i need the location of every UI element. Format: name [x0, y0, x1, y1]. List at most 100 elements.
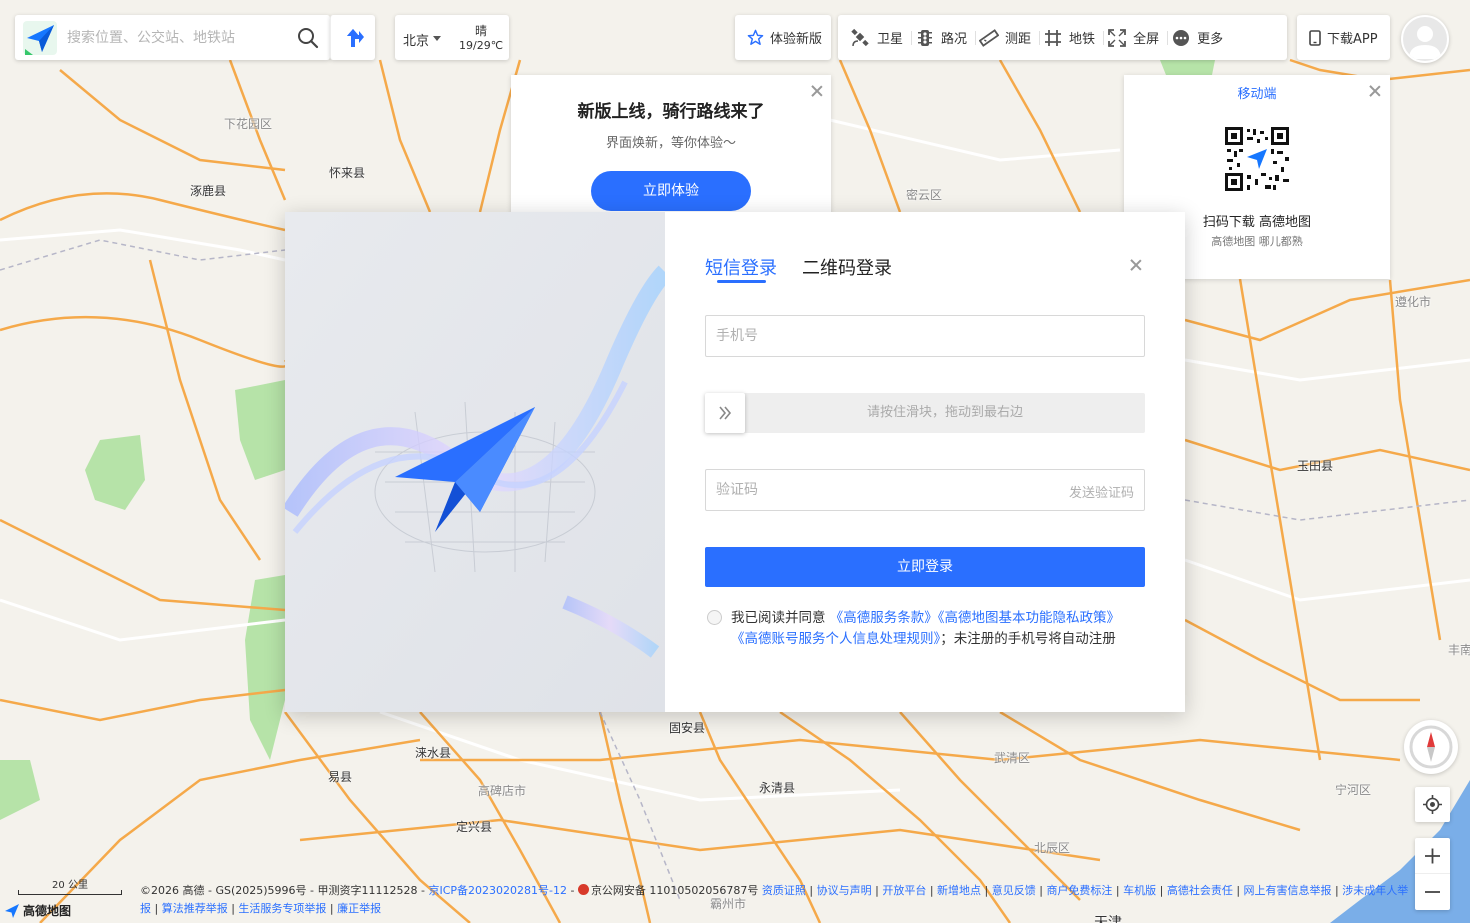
- weather-temperature: 19/29℃: [459, 39, 504, 52]
- captcha-slider: 请按住滑块，拖动到最右边: [705, 393, 1145, 433]
- zoom-in-button[interactable]: [1415, 838, 1450, 874]
- mobile-title: 移动端: [1237, 87, 1277, 102]
- login-modal: 短信登录 二维码登录 请按住滑块，拖动到最右边 发送验证码 立即登录 我已阅读并…: [285, 212, 1185, 712]
- compass-control[interactable]: [1404, 720, 1458, 774]
- phone-icon: [1309, 29, 1321, 46]
- zoom-control: [1415, 838, 1450, 910]
- promo-try-button[interactable]: 立即体验: [591, 171, 751, 211]
- map-label: 固安县: [669, 721, 706, 735]
- phone-field: [705, 315, 1145, 357]
- map-label: 遵化市: [1395, 295, 1432, 309]
- search-icon[interactable]: [296, 26, 320, 50]
- footer: ©2026 高德 - GS(2025)5996号 - 甲测资字11112528 …: [140, 884, 1409, 915]
- police-record[interactable]: 京公网安备 11010502056787号: [591, 884, 758, 897]
- slider-hint: 请按住滑块，拖动到最右边: [866, 405, 1023, 420]
- tab-sms-login[interactable]: 短信登录: [705, 254, 777, 280]
- map-label: 丰南: [1448, 643, 1470, 657]
- tab-qr-login[interactable]: 二维码登录: [802, 254, 892, 280]
- route-icon: [347, 29, 364, 47]
- footer-link[interactable]: 开放平台: [882, 884, 926, 897]
- agree-prefix: 我已阅读并同意: [731, 610, 826, 626]
- tool-subway[interactable]: 地铁: [1040, 15, 1105, 60]
- try-new-version-button[interactable]: 体验新版: [735, 15, 831, 60]
- locate-button[interactable]: [1415, 787, 1450, 822]
- login-illustration: [285, 212, 665, 712]
- tool-label: 全屏: [1133, 32, 1160, 47]
- brand-name: 高德地图: [23, 904, 72, 918]
- personal-info-link[interactable]: 《高德账号服务个人信息处理规则》: [731, 631, 940, 647]
- map-label: 下花园区: [224, 117, 273, 131]
- traffic-light-icon: [918, 29, 933, 46]
- footer-link[interactable]: 算法推荐举报: [162, 902, 228, 915]
- footer-sep: -: [566, 884, 578, 897]
- terms-link[interactable]: 《高德服务条款》: [830, 610, 938, 626]
- footer-copyright: ©2026 高德 - GS(2025)5996号 - 甲测资字11112528 …: [140, 884, 429, 897]
- tool-traffic[interactable]: 路况: [912, 15, 977, 60]
- locate-icon: [1423, 795, 1442, 814]
- footer-link[interactable]: 车机版: [1123, 884, 1156, 897]
- privacy-link[interactable]: 《高德地图基本功能隐私政策》: [938, 610, 1120, 626]
- footer-link[interactable]: 廉正举报: [337, 902, 381, 915]
- plus-icon: [1425, 848, 1440, 864]
- icp-link[interactable]: 京ICP备2023020281号-12: [428, 884, 567, 897]
- map-scale: 20 公里: [18, 876, 122, 896]
- scale-bar: [18, 890, 122, 895]
- phone-input[interactable]: [716, 316, 1056, 356]
- map-label: 宁河区: [1335, 783, 1372, 797]
- login-form: 短信登录 二维码登录 请按住滑块，拖动到最右边 发送验证码 立即登录 我已阅读并…: [665, 212, 1185, 712]
- slider-handle[interactable]: [705, 393, 745, 433]
- brand-logo: 高德地图: [4, 902, 71, 919]
- amap-logo-icon[interactable]: [23, 21, 57, 55]
- footer-link[interactable]: 高德社会责任: [1167, 884, 1233, 897]
- scale-label: 20 公里: [52, 880, 88, 891]
- avatar[interactable]: [1401, 15, 1449, 63]
- code-input[interactable]: [716, 470, 1016, 510]
- map-label: 怀来县: [329, 166, 366, 180]
- city-name[interactable]: 北京: [403, 30, 429, 49]
- send-code-button[interactable]: 发送验证码: [1069, 482, 1134, 501]
- tool-label: 更多: [1197, 32, 1224, 47]
- route-button[interactable]: [330, 15, 375, 60]
- satellite-icon: [851, 28, 869, 46]
- chevron-down-icon[interactable]: [433, 36, 441, 41]
- plane-illustration: [285, 212, 665, 712]
- footer-link[interactable]: 意见反馈: [992, 884, 1036, 897]
- code-field: 发送验证码: [705, 469, 1145, 511]
- map-label: 高碑店市: [478, 784, 527, 798]
- city-weather-panel[interactable]: 北京 晴 19/29℃: [395, 15, 509, 60]
- map-label: 易县: [328, 770, 353, 784]
- login-submit-button[interactable]: 立即登录: [705, 547, 1145, 587]
- tool-satellite[interactable]: 卫星: [848, 15, 913, 60]
- promo-title: 新版上线，骑行路线来了: [577, 102, 765, 122]
- star-icon: [747, 29, 764, 45]
- footer-link[interactable]: 新增地点: [937, 884, 981, 897]
- search-bar: [15, 15, 330, 60]
- map-label: 定兴县: [456, 820, 493, 834]
- promo-subtitle: 界面焕新，等你体验～: [605, 136, 736, 151]
- footer-link[interactable]: 网上有害信息举报: [1244, 884, 1332, 897]
- search-input[interactable]: [67, 23, 287, 53]
- agree-suffix: ；未注册的手机号将自动注册: [940, 631, 1116, 647]
- map-label: 涞水县: [415, 746, 452, 760]
- tool-label: 地铁: [1069, 32, 1096, 47]
- fullscreen-icon: [1108, 28, 1126, 47]
- tool-fullscreen[interactable]: 全屏: [1104, 15, 1169, 60]
- qr-code-icon: [1225, 127, 1289, 191]
- agree-checkbox[interactable]: [707, 610, 722, 625]
- tool-more[interactable]: 更多: [1168, 15, 1232, 60]
- tool-measure[interactable]: 测距: [976, 15, 1041, 60]
- map-tools-bar: 卫星 路况 测距 地铁 全屏 更多: [838, 15, 1287, 60]
- close-icon[interactable]: [1129, 258, 1143, 272]
- zoom-out-button[interactable]: [1415, 874, 1450, 910]
- police-badge-icon: [577, 884, 589, 895]
- download-app-label: 下载APP: [1327, 32, 1378, 47]
- minus-icon: [1425, 891, 1440, 893]
- download-app-button[interactable]: 下载APP: [1297, 15, 1390, 60]
- map-label: 密云区: [906, 188, 943, 202]
- map-label: 玉田县: [1297, 459, 1334, 473]
- footer-link[interactable]: 商户免费标注: [1046, 884, 1112, 897]
- footer-link[interactable]: 资质证照: [762, 884, 806, 897]
- footer-link[interactable]: 协议与声明: [817, 884, 872, 897]
- footer-link[interactable]: 生活服务专项举报: [238, 902, 326, 915]
- close-icon[interactable]: [810, 84, 824, 98]
